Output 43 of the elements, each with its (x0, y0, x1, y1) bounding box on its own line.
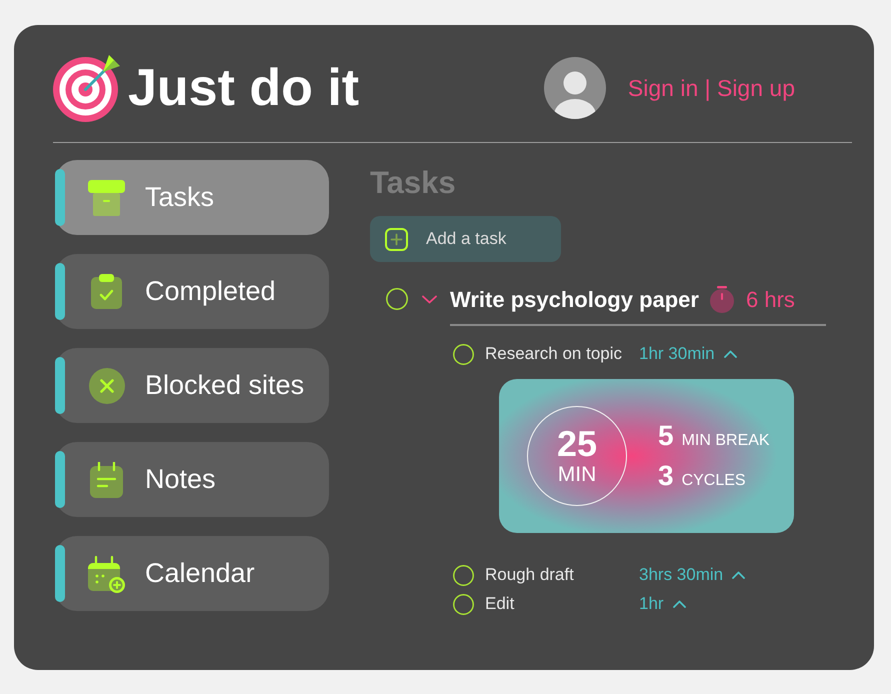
chevron-up-icon[interactable] (672, 600, 686, 608)
sidebar-item[interactable]: Calendar (55, 536, 329, 611)
subtask-title: Edit (485, 593, 516, 616)
accent-bar (55, 357, 65, 414)
sidebar-item[interactable]: Notes (55, 442, 329, 517)
task-duration: 6 hrs (746, 286, 795, 314)
accent-bar (55, 263, 65, 320)
app-title: Just do it (128, 58, 360, 118)
sidebar-item[interactable]: Completed (55, 254, 329, 329)
focus-minutes: 25 (556, 426, 598, 462)
chevron-up-icon[interactable] (724, 350, 737, 358)
calendar-add-icon (88, 554, 125, 592)
add-task-button[interactable]: Add a task (370, 216, 561, 262)
subtask-title: Rough draft (485, 564, 575, 586)
subtask-duration: 1hr (639, 593, 664, 616)
chevron-down-icon[interactable] (422, 295, 437, 304)
task-checkbox[interactable] (386, 288, 408, 310)
cycles-count: 3 (658, 461, 674, 491)
subtask-duration: 3hrs 30min (639, 564, 724, 586)
user-avatar-icon[interactable] (544, 57, 606, 119)
subtask-duration: 1hr 30min (639, 343, 715, 366)
archive-box-icon (88, 180, 125, 216)
break-minutes: 5 (658, 421, 674, 451)
focus-unit: MIN (558, 464, 596, 486)
break-label: MIN BREAK (682, 431, 770, 451)
target-logo-icon (53, 54, 120, 122)
sidebar-item[interactable]: Tasks (55, 160, 329, 235)
subtask-checkbox[interactable] (453, 344, 474, 364)
plus-icon (385, 228, 408, 250)
notepad-icon (90, 462, 123, 498)
x-circle-icon (88, 368, 124, 404)
clipboard-check-icon (91, 274, 122, 309)
accent-bar (55, 169, 65, 226)
subtask-checkbox[interactable] (453, 594, 474, 614)
accent-bar (55, 451, 65, 508)
stopwatch-icon (710, 286, 734, 312)
subtask-checkbox[interactable] (453, 564, 474, 586)
accent-bar (55, 545, 65, 602)
subtask-title: Research on topic (485, 343, 624, 366)
cycles-label: CYCLES (682, 471, 746, 491)
sidebar-item[interactable]: Blocked sites (55, 348, 329, 423)
chevron-up-icon[interactable] (732, 571, 746, 579)
task-title: Write psychology paper (450, 286, 699, 314)
